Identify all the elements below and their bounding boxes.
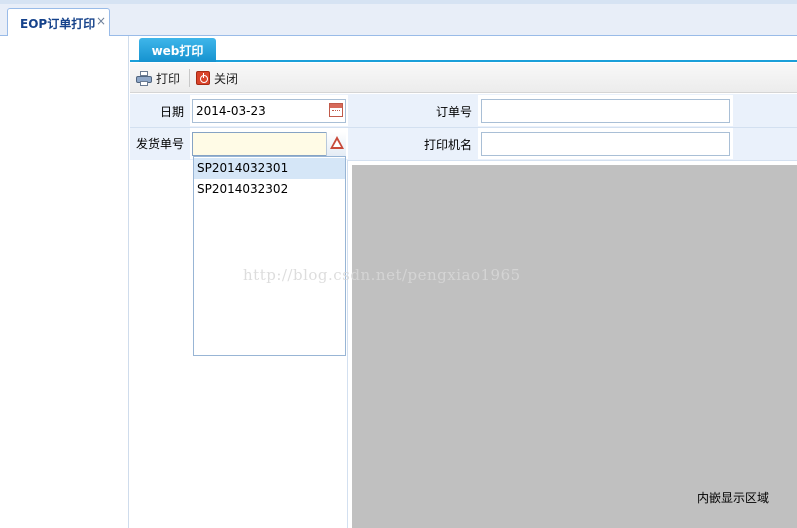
watermark: http://blog.csdn.net/pengxiao1965 <box>243 266 521 284</box>
outer-tab-label: EOP订单打印 <box>20 17 96 31</box>
printer-name-field[interactable] <box>481 132 730 156</box>
date-label: 日期 <box>159 105 184 119</box>
ship-no-label: 发货单号 <box>135 137 184 151</box>
order-no-label: 订单号 <box>435 105 472 119</box>
printer-icon <box>136 70 152 86</box>
inner-tab-bar: web打印 <box>130 36 797 62</box>
close-button-label: 关闭 <box>214 71 239 86</box>
row-divider <box>130 127 797 128</box>
print-button[interactable]: 打印 <box>136 68 180 88</box>
print-button-label: 打印 <box>156 71 181 86</box>
ship-no-combo-field[interactable] <box>192 132 346 156</box>
printer-label: 打印机名 <box>423 138 472 152</box>
date-field[interactable] <box>192 99 346 123</box>
embed-area-label: 内嵌显示区域 <box>697 491 770 505</box>
dropdown-option[interactable]: SP2014032301 <box>194 158 345 179</box>
tab-web-print-label: web打印 <box>151 44 204 58</box>
tab-web-print[interactable]: web打印 <box>139 38 216 62</box>
embed-display-area: 内嵌显示区域 <box>352 165 797 528</box>
order-no-field[interactable] <box>481 99 730 123</box>
power-icon <box>196 71 210 85</box>
toolbar-separator <box>189 69 190 87</box>
ship-no-dropdown-button[interactable] <box>326 132 346 156</box>
ship-no-dropdown-list: SP2014032301 SP2014032302 <box>193 156 346 356</box>
left-panel <box>7 36 129 528</box>
close-button[interactable]: 关闭 <box>196 68 238 88</box>
date-picker-button[interactable] <box>327 100 345 122</box>
top-strip-line <box>0 0 797 4</box>
outer-tab-strip <box>0 0 797 36</box>
close-tab-icon[interactable]: × <box>96 14 106 28</box>
calendar-icon <box>329 103 343 117</box>
outer-tab-eop-print[interactable]: EOP订单打印 × <box>7 8 110 37</box>
dropdown-option[interactable]: SP2014032302 <box>194 179 345 200</box>
combo-trigger-icon <box>330 136 344 149</box>
toolbar: 打印 关闭 <box>130 63 797 93</box>
